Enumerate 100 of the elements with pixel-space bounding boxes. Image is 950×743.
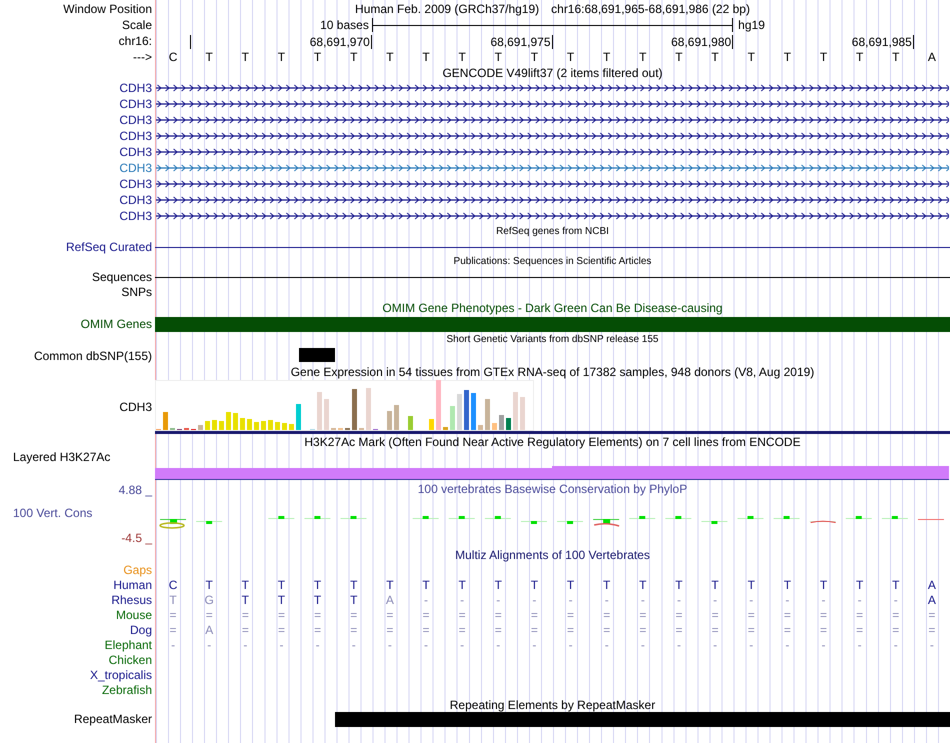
repeat-bar[interactable] xyxy=(335,712,950,727)
aligned-base: = xyxy=(240,608,250,622)
expression-bar[interactable] xyxy=(247,419,252,430)
aligned-base: = xyxy=(638,622,648,636)
expression-bar[interactable] xyxy=(520,397,525,430)
expression-chart[interactable] xyxy=(155,380,535,431)
expression-bar[interactable] xyxy=(492,423,497,430)
expression-bar[interactable] xyxy=(499,415,504,430)
expression-bar[interactable] xyxy=(268,420,273,430)
expression-bar[interactable] xyxy=(485,399,490,430)
track-label: SNPs xyxy=(121,285,152,299)
aligned-base: - xyxy=(350,638,357,652)
expression-bar[interactable] xyxy=(254,422,259,430)
gene-label[interactable]: CDH3 xyxy=(119,193,152,207)
expression-bar[interactable] xyxy=(436,380,441,430)
strand-label: ---> xyxy=(133,50,152,64)
gene-label[interactable]: CDH3 xyxy=(119,177,152,191)
aligned-base: = xyxy=(349,608,358,622)
base-letter: T xyxy=(204,50,214,64)
aligned-base: - xyxy=(314,638,321,652)
expression-bar[interactable] xyxy=(275,422,280,430)
expression-bar[interactable] xyxy=(226,412,231,430)
base-letter: C xyxy=(168,50,178,64)
base-letter: T xyxy=(276,50,286,64)
expression-bar[interactable] xyxy=(261,421,266,430)
expression-bar[interactable] xyxy=(478,425,483,430)
expression-bar[interactable] xyxy=(429,419,434,430)
expression-bar[interactable] xyxy=(233,413,238,430)
expression-bar[interactable] xyxy=(450,406,455,430)
species-label: Rhesus xyxy=(111,592,152,606)
aligned-base: - xyxy=(676,638,682,652)
species-label: Dog xyxy=(130,622,152,636)
aligned-base: - xyxy=(495,638,502,652)
aligned-base: = xyxy=(240,622,250,636)
aligned-base: T xyxy=(530,578,540,592)
expression-bar[interactable] xyxy=(212,420,217,430)
expression-bar[interactable] xyxy=(443,427,448,430)
base-letter: T xyxy=(710,50,720,64)
aligned-base: T xyxy=(494,578,503,592)
expression-bar[interactable] xyxy=(513,392,518,430)
expression-bar[interactable] xyxy=(506,418,511,430)
expression-bar[interactable] xyxy=(366,388,371,430)
track-label: Scale xyxy=(122,18,152,32)
track-title: 100 vertebrates Basewise Conservation by PhyloP xyxy=(418,482,688,496)
gene-label[interactable]: CDH3 xyxy=(119,209,152,223)
aligned-base: = xyxy=(530,622,539,636)
base-letter: A xyxy=(926,50,937,64)
expression-bar[interactable] xyxy=(471,393,476,430)
base-letter: T xyxy=(602,50,612,64)
tick-mark xyxy=(189,35,192,49)
species-label: Chicken xyxy=(108,652,152,666)
expression-bar[interactable] xyxy=(240,418,245,430)
aligned-base: T xyxy=(312,578,322,592)
ruler-label: 68,691,975 xyxy=(490,35,552,49)
base-letter: T xyxy=(782,50,792,64)
aligned-base: = xyxy=(602,608,612,622)
expression-bar[interactable] xyxy=(324,399,329,430)
base-letter: T xyxy=(349,50,358,64)
track-title: Publications: Sequences in Scientific Articles xyxy=(454,255,652,269)
aligned-base: - xyxy=(640,638,646,652)
snp-marker[interactable] xyxy=(299,348,335,362)
aligned-base: G xyxy=(204,592,215,606)
expression-bar[interactable] xyxy=(387,411,392,430)
gene-label[interactable]: CDH3 xyxy=(119,81,152,95)
expression-bar[interactable] xyxy=(352,389,357,430)
expression-bar[interactable] xyxy=(296,404,301,430)
aligned-base: - xyxy=(892,592,899,606)
expression-bar[interactable] xyxy=(219,421,224,430)
gene-label[interactable]: CDH3 xyxy=(119,129,152,143)
expression-bar[interactable] xyxy=(317,392,322,430)
base-letter: T xyxy=(421,50,431,64)
expression-bar[interactable] xyxy=(394,405,399,430)
aligned-base: T xyxy=(818,578,828,592)
expression-bar[interactable] xyxy=(198,425,203,430)
gene-label[interactable]: CDH3 xyxy=(119,97,152,111)
gene-label[interactable]: CDH3 xyxy=(119,161,152,175)
gene-label[interactable]: CDH3 xyxy=(119,145,152,159)
aligned-base: T xyxy=(168,592,178,606)
expression-bar[interactable] xyxy=(464,390,469,430)
expression-bar[interactable] xyxy=(282,423,287,430)
base-letter: T xyxy=(494,50,503,64)
omim-bar[interactable] xyxy=(155,317,950,332)
aligned-base: T xyxy=(854,578,864,592)
aligned-base: T xyxy=(782,578,792,592)
expression-bar[interactable] xyxy=(457,394,462,430)
aligned-base: A xyxy=(384,592,395,606)
gene-label[interactable]: CDH3 xyxy=(119,113,152,127)
base-letter: T xyxy=(240,50,250,64)
aligned-base: - xyxy=(640,592,646,606)
track-title: Multiz Alignments of 100 Vertebrates xyxy=(455,548,650,562)
expression-bar[interactable] xyxy=(289,424,294,430)
expression-bar[interactable] xyxy=(205,421,210,430)
aligned-base: = xyxy=(746,608,756,622)
base-letter: T xyxy=(457,50,467,64)
expression-bar[interactable] xyxy=(408,416,413,430)
aligned-base: T xyxy=(349,592,358,606)
aligned-base: = xyxy=(276,622,286,636)
aligned-base: - xyxy=(784,592,790,606)
aligned-base: = xyxy=(819,622,828,636)
expression-bar[interactable] xyxy=(163,412,168,430)
